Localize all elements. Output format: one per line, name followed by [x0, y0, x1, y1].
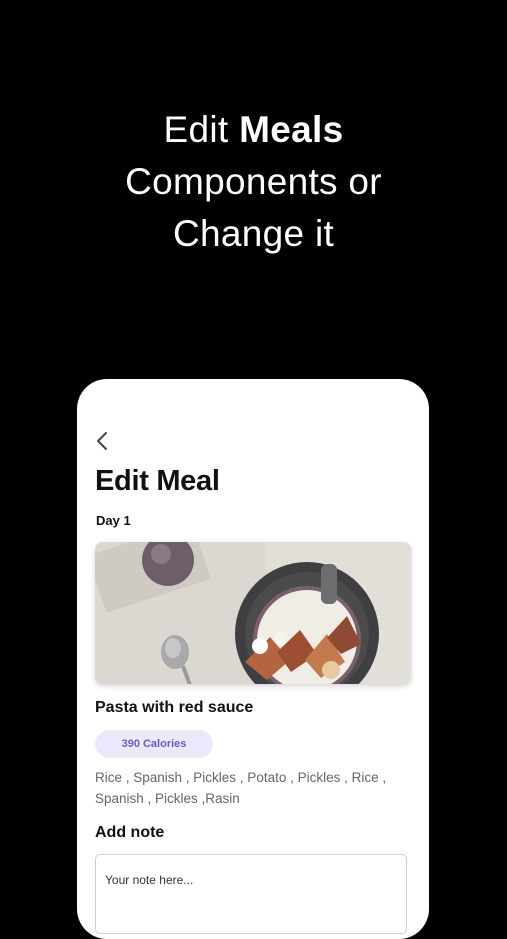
calories-badge: 390 Calories	[95, 730, 213, 758]
meal-photo-illustration	[95, 542, 411, 684]
promo-line-3: Change it	[172, 213, 335, 254]
add-note-label: Add note	[95, 824, 165, 841]
back-button[interactable]	[93, 431, 113, 451]
day-label: Day 1	[96, 513, 131, 528]
note-input[interactable]	[95, 854, 407, 934]
promo-heading: Edit Meals Components or Change it	[0, 104, 507, 260]
meal-name: Pasta with red sauce	[95, 699, 254, 716]
phone-screen: Edit Meal Day 1 Pasta with red sauce 390…	[77, 379, 429, 939]
promo-line-1-bold: Meals	[239, 109, 344, 150]
promo-line-1: Edit Meals	[0, 104, 507, 156]
ingredients-list: Rice , Spanish , Pickles , Potato , Pick…	[95, 770, 387, 806]
meal-photo	[95, 542, 411, 684]
page-title: Edit Meal	[95, 465, 220, 497]
promo-line-2: Components or	[125, 161, 382, 202]
chevron-left-icon	[97, 432, 107, 450]
promo-line-1-prefix: Edit	[163, 109, 229, 150]
